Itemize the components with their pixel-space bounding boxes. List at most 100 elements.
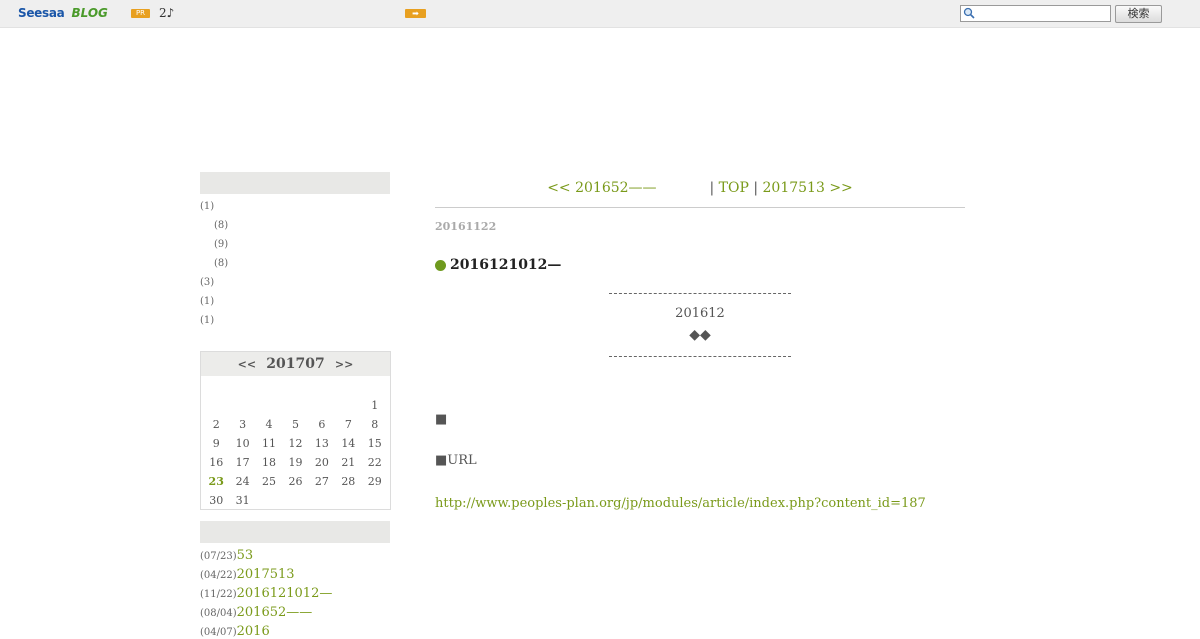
pr-link[interactable]: 2♪ bbox=[159, 6, 174, 20]
green-dot-icon bbox=[435, 259, 446, 271]
calendar-day: 27 bbox=[314, 475, 329, 488]
category-item[interactable]: (1) bbox=[200, 201, 214, 212]
dashed-divider bbox=[609, 356, 791, 357]
top-toolbar: Seesaa BLOG PR 2♪ ➡ 検索 bbox=[0, 0, 1200, 28]
calendar-day: 28 bbox=[341, 475, 356, 488]
post-navigation: << 201652—— | TOP | 2017513 >> bbox=[435, 180, 965, 196]
post-square-line: ■ bbox=[435, 412, 448, 427]
recent-post-item: (11/22)2016121012— bbox=[200, 586, 332, 601]
calendar-week: 23 24 25 26 27 28 29 bbox=[203, 472, 388, 491]
calendar-day bbox=[229, 396, 255, 415]
top-link[interactable]: TOP bbox=[719, 180, 749, 196]
calendar-day: 21 bbox=[341, 456, 356, 469]
dashed-divider bbox=[609, 293, 791, 294]
post-diamonds: ◆◆ bbox=[689, 327, 711, 343]
right-arrow-icon[interactable]: ➡ bbox=[405, 9, 426, 18]
calendar-day: 4 bbox=[265, 418, 273, 431]
calendar-header: << 201707 >> bbox=[201, 352, 390, 376]
calendar-day: 19 bbox=[288, 456, 303, 469]
calendar-day: 1 bbox=[371, 399, 379, 412]
calendar-day: 6 bbox=[318, 418, 326, 431]
recent-post-date: (04/22) bbox=[200, 570, 237, 581]
search-icon bbox=[963, 7, 975, 19]
calendar-day bbox=[282, 396, 308, 415]
calendar: << 201707 >> 1 2 3 4 5 6 7 8 9 10 11 12 13 14 15 16 17 18… bbox=[200, 351, 391, 510]
post-url-link[interactable]: http://www.peoples-plan.org/jp/modules/a… bbox=[435, 496, 926, 511]
calendar-day: 2 bbox=[212, 418, 220, 431]
calendar-day: 15 bbox=[367, 437, 382, 450]
recent-post-link[interactable]: 53 bbox=[237, 548, 254, 563]
calendar-day-today[interactable]: 23 bbox=[203, 472, 229, 491]
category-item[interactable]: (3) bbox=[200, 277, 214, 288]
calendar-day: 8 bbox=[371, 418, 379, 431]
categories-header bbox=[200, 172, 390, 194]
nav-separator: | bbox=[709, 180, 719, 196]
calendar-next-link[interactable]: >> bbox=[335, 358, 353, 371]
recent-post-item: (04/07)2016 bbox=[200, 624, 270, 639]
recent-post-link[interactable]: 2016121012— bbox=[237, 586, 333, 601]
calendar-day: 14 bbox=[341, 437, 356, 450]
calendar-week: 30 31 bbox=[203, 491, 388, 510]
calendar-week: 2 3 4 5 6 7 8 bbox=[203, 415, 388, 434]
recent-post-date: (11/22) bbox=[200, 589, 237, 600]
calendar-week: 1 bbox=[203, 396, 388, 415]
post-date: 20161122 bbox=[435, 220, 497, 233]
recent-posts-header bbox=[200, 521, 390, 543]
prev-post-link[interactable]: << 201652—— bbox=[547, 180, 656, 196]
post-url-label: ■URL bbox=[435, 453, 477, 468]
category-item[interactable]: (1) bbox=[200, 315, 214, 326]
calendar-day bbox=[309, 491, 335, 510]
recent-post-item: (07/23)53 bbox=[200, 548, 253, 563]
calendar-day bbox=[203, 396, 229, 415]
category-item[interactable]: (8) bbox=[214, 220, 228, 231]
category-item[interactable]: (1) bbox=[200, 296, 214, 307]
calendar-day: 12 bbox=[288, 437, 303, 450]
calendar-day: 31 bbox=[235, 494, 250, 507]
calendar-day: 20 bbox=[314, 456, 329, 469]
category-item[interactable]: (9) bbox=[214, 239, 228, 250]
calendar-month: 201707 bbox=[266, 356, 325, 372]
calendar-day: 13 bbox=[314, 437, 329, 450]
nav-separator: | bbox=[748, 180, 763, 196]
calendar-day: 22 bbox=[367, 456, 382, 469]
calendar-day bbox=[309, 396, 335, 415]
calendar-week: 9 10 11 12 13 14 15 bbox=[203, 434, 388, 453]
calendar-day: 3 bbox=[239, 418, 247, 431]
recent-post-date: (04/07) bbox=[200, 627, 237, 638]
calendar-day: 11 bbox=[262, 437, 277, 450]
post-title[interactable]: 2016121012— bbox=[435, 257, 561, 273]
recent-post-link[interactable]: 2016 bbox=[237, 624, 270, 639]
search-button[interactable]: 検索 bbox=[1115, 5, 1162, 23]
category-item[interactable]: (8) bbox=[214, 258, 228, 269]
calendar-day: 9 bbox=[212, 437, 220, 450]
logo-blog-text: BLOG bbox=[71, 6, 108, 20]
recent-post-link[interactable]: 2017513 bbox=[237, 567, 295, 582]
calendar-day: 18 bbox=[262, 456, 277, 469]
post-title-text: 2016121012— bbox=[450, 257, 562, 273]
post-center-line: 201612 bbox=[675, 306, 725, 321]
calendar-day: 25 bbox=[262, 475, 277, 488]
calendar-day bbox=[335, 491, 361, 510]
calendar-day: 10 bbox=[235, 437, 250, 450]
search-input[interactable] bbox=[960, 5, 1111, 22]
calendar-day bbox=[335, 396, 361, 415]
next-post-link[interactable]: 2017513 >> bbox=[763, 180, 853, 196]
calendar-day: 30 bbox=[209, 494, 224, 507]
recent-post-item: (04/22)2017513 bbox=[200, 567, 295, 582]
calendar-prev-link[interactable]: << bbox=[238, 358, 256, 371]
recent-post-link[interactable]: 201652—— bbox=[237, 605, 313, 620]
recent-post-item: (08/04)201652—— bbox=[200, 605, 312, 620]
calendar-week: 16 17 18 19 20 21 22 bbox=[203, 453, 388, 472]
seesaa-blog-logo[interactable]: Seesaa BLOG bbox=[18, 4, 108, 22]
calendar-day: 24 bbox=[235, 475, 250, 488]
calendar-day: 7 bbox=[344, 418, 352, 431]
calendar-day: 29 bbox=[367, 475, 382, 488]
calendar-day: 5 bbox=[291, 418, 299, 431]
divider bbox=[435, 207, 965, 208]
pr-badge: PR bbox=[131, 9, 150, 18]
logo-seesaa-text: Seesaa bbox=[18, 6, 65, 20]
recent-post-date: (08/04) bbox=[200, 608, 237, 619]
calendar-day bbox=[362, 491, 388, 510]
calendar-day: 26 bbox=[288, 475, 303, 488]
calendar-day: 17 bbox=[235, 456, 250, 469]
